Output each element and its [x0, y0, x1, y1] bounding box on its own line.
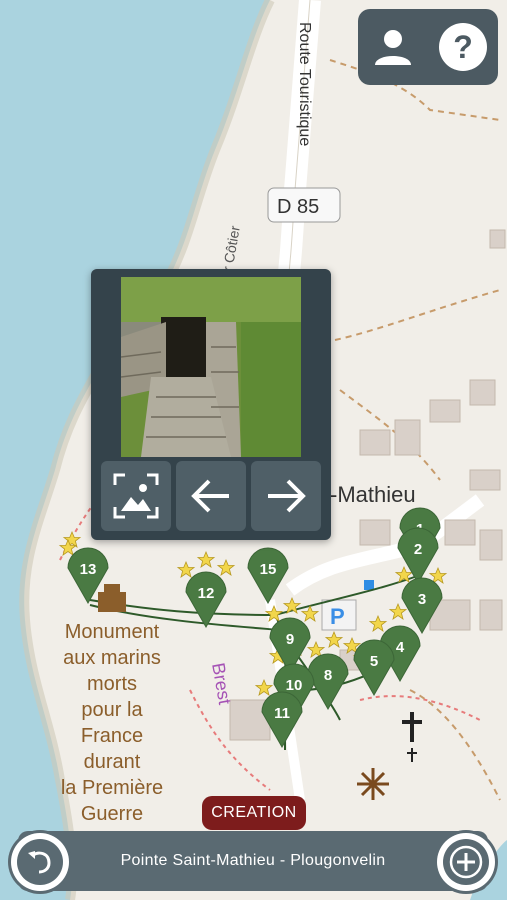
monument-label-line: morts: [87, 673, 137, 695]
plus-icon: [449, 845, 483, 879]
header-toolbar: ?: [358, 9, 498, 85]
monument-label-line: France: [81, 725, 143, 747]
monument-label-line: la Première: [61, 777, 163, 799]
back-button[interactable]: [11, 833, 69, 891]
monument-label-line: Monument: [65, 621, 160, 643]
monument-label-line: Guerre: [81, 803, 143, 825]
monument-label-line: aux marins: [63, 647, 161, 669]
creation-badge[interactable]: CREATION: [202, 796, 306, 830]
image-frame-icon: [113, 473, 159, 519]
map-marker-5[interactable]: 5: [353, 639, 395, 697]
marker-label: 4: [396, 639, 405, 656]
marker-label: 10: [286, 677, 303, 694]
town-label: Brest: [208, 661, 235, 706]
monument-icon: [98, 592, 126, 612]
add-button[interactable]: [437, 833, 495, 891]
map-marker-15[interactable]: 15: [247, 547, 289, 605]
marker-label: 9: [286, 631, 294, 648]
marker-label: 2: [414, 541, 422, 558]
previous-photo-button[interactable]: [176, 461, 246, 531]
svg-text:?: ?: [453, 29, 473, 65]
road-name-label: Route Touristique: [296, 22, 313, 146]
marker-label: 12: [198, 585, 215, 602]
marker-label: 8: [324, 667, 332, 684]
fullscreen-image-button[interactable]: [101, 461, 171, 531]
parking-label: P: [330, 604, 345, 629]
marker-label: 11: [274, 705, 290, 722]
person-icon: [375, 30, 411, 65]
coastal-label: r Côtier: [219, 224, 243, 272]
monument-label-line: durant: [84, 751, 141, 773]
help-button[interactable]: ?: [435, 19, 491, 75]
location-title: Pointe Saint-Mathieu - Plougonvelin: [120, 852, 386, 869]
marker-label: 15: [260, 561, 277, 578]
marker-label: 13: [80, 561, 97, 578]
map-marker-12[interactable]: 12: [185, 571, 227, 629]
photo-gallery-popup: [91, 269, 331, 540]
place-label: -Mathieu: [330, 482, 416, 507]
viewpoint-icon: [357, 768, 389, 800]
profile-button[interactable]: [365, 19, 421, 75]
road-badge: D 85: [277, 196, 319, 218]
arrow-left-icon: [191, 479, 229, 513]
bottom-title-bar: Pointe Saint-Mathieu - Plougonvelin: [18, 831, 488, 891]
next-photo-button[interactable]: [251, 461, 321, 531]
question-icon: ?: [439, 23, 487, 71]
marker-label: 3: [418, 591, 426, 608]
monument-label-line: pour la: [81, 699, 143, 721]
poi-photo[interactable]: [121, 277, 301, 457]
marker-label: 5: [370, 653, 378, 670]
undo-icon: [28, 851, 51, 874]
arrow-right-icon: [268, 479, 306, 513]
